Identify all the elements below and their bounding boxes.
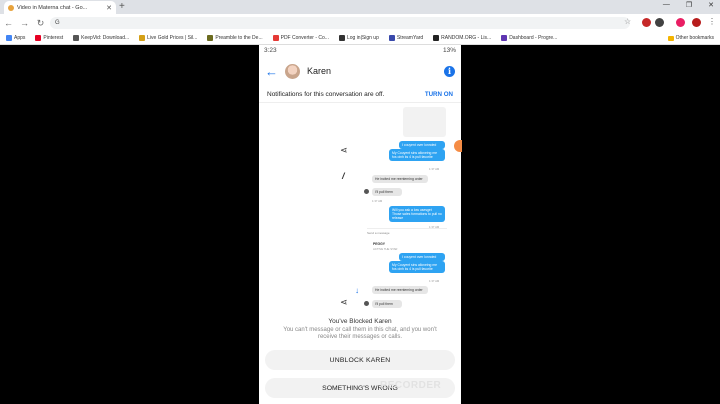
minimize-icon[interactable]: — xyxy=(663,1,670,9)
timestamp: 1:37 AM xyxy=(429,167,440,171)
bookmark-favicon-icon xyxy=(272,35,279,41)
notification-text: Notifications for this conversation are … xyxy=(267,90,385,98)
bookmark-favicon-icon xyxy=(35,35,42,41)
bookmark-label: Apps xyxy=(14,35,26,41)
avatar xyxy=(364,189,369,194)
contact-name[interactable]: Karen xyxy=(307,66,437,76)
chat-area: I couyent over lonnded My Couyent sins a… xyxy=(259,103,461,313)
bookmark-label: Log in|Sign up xyxy=(346,35,379,41)
back-arrow-icon[interactable]: ← xyxy=(4,18,13,28)
message-bubble: He incited me reenterning order xyxy=(372,175,428,183)
bookmark-item[interactable]: PDF Converter - Co... xyxy=(272,35,329,41)
recorder-watermark: RECORDER xyxy=(380,380,442,391)
address-bar-value: G xyxy=(55,20,60,26)
bookmark-label: StreamYard xyxy=(396,35,424,41)
compose-bar: Send a message xyxy=(367,228,447,236)
browser-tab-strip: Video in Materna chat - Go... ✕ + — ❐ ✕ xyxy=(0,0,720,14)
bookmark-item[interactable]: RANDOM.ORG - Lis... xyxy=(433,35,491,41)
star-bookmark-icon[interactable]: ☆ xyxy=(624,17,631,26)
compose-placeholder: Send a message xyxy=(367,230,390,235)
bookmark-favicon-icon xyxy=(338,35,345,41)
bookmark-favicon-icon xyxy=(139,35,146,41)
bookmark-favicon-icon xyxy=(433,35,440,41)
tab-title: Video in Materna chat - Go... xyxy=(17,4,88,11)
timestamp: 1:37 AM xyxy=(372,199,383,203)
bookmark-item[interactable]: Preamble to the De... xyxy=(207,35,263,41)
bookmark-label: RANDOM.ORG - Lis... xyxy=(441,35,492,41)
status-battery: 13% xyxy=(442,47,456,54)
conversation-header: ← Karen i xyxy=(259,56,461,86)
share-icon[interactable]: ⋖ xyxy=(340,297,348,308)
timestamp: 1:37 AM xyxy=(429,279,440,283)
bookmark-label: Preamble to the De... xyxy=(215,35,263,41)
bookmarks-bar: Apps Pinterest KeepVid: Download... Live Go… xyxy=(0,32,720,45)
other-bookmarks-label: Other bookmarks xyxy=(675,35,714,41)
bookmark-favicon-icon xyxy=(207,35,214,41)
turn-on-button[interactable]: TURN ON xyxy=(425,91,453,98)
message-bubble: Will you ask a low usesget Those sales f… xyxy=(389,206,445,222)
message-bubble: I'll pull them xyxy=(372,300,402,308)
bookmark-item[interactable]: Dashboard - Progre... xyxy=(501,35,557,41)
share-icon[interactable]: ⋖ xyxy=(340,145,348,156)
phone-screen: 3:23 13% ← Karen i Notifications for thi… xyxy=(259,45,461,404)
profile-avatar-icon[interactable] xyxy=(676,18,685,27)
maximize-icon[interactable]: ❐ xyxy=(686,1,692,9)
scroll-down-icon[interactable]: ↓ xyxy=(355,286,359,295)
avatar xyxy=(364,301,369,306)
close-window-icon[interactable]: ✕ xyxy=(708,1,714,9)
image-message[interactable] xyxy=(403,107,446,137)
new-tab-icon[interactable]: + xyxy=(119,1,125,12)
chrome-menu-icon[interactable]: ⋮ xyxy=(708,17,716,26)
bookmark-favicon-icon xyxy=(73,35,80,41)
bookmark-favicon-icon xyxy=(501,35,508,41)
side-handle[interactable] xyxy=(454,140,462,152)
unblock-button[interactable]: UNBLOCK KAREN xyxy=(265,350,455,370)
extension-icon-1[interactable] xyxy=(642,18,651,27)
edit-icon[interactable]: / xyxy=(342,171,345,181)
blocked-notice: You've Blocked Karen You can't message o… xyxy=(259,318,461,341)
status-time: 3:23 xyxy=(264,47,277,54)
blocked-title: You've Blocked Karen xyxy=(328,318,392,325)
extension-icon-2[interactable] xyxy=(655,18,664,27)
message-bubble: My Couyent sins alloveing me fos oinh ks… xyxy=(389,261,445,273)
bookmark-item[interactable]: Apps xyxy=(6,35,25,41)
avatar[interactable] xyxy=(285,63,300,79)
bookmark-item[interactable]: Log in|Sign up xyxy=(338,35,379,41)
forward-arrow-icon[interactable]: → xyxy=(20,18,29,28)
bookmark-label: PDF Converter - Co... xyxy=(280,35,329,41)
other-bookmarks[interactable]: Other bookmarks xyxy=(667,35,714,41)
bookmark-item[interactable]: Pinterest xyxy=(35,35,63,41)
bookmark-favicon-icon xyxy=(388,35,395,41)
bookmark-item[interactable]: Live Gold Prices | Sil... xyxy=(139,35,197,41)
bookmark-label: Pinterest xyxy=(43,35,64,41)
peggy-status: ACTIVE THE STAR xyxy=(373,247,398,251)
tab-favicon-icon xyxy=(8,4,14,11)
bookmark-favicon-icon xyxy=(6,35,12,41)
message-bubble: I couyent over lonnded xyxy=(399,253,445,261)
window-controls: — ❐ ✕ xyxy=(663,1,714,9)
message-bubble: He incited me reenterning order xyxy=(372,286,428,294)
message-bubble: I couyent over lonnded xyxy=(399,141,445,149)
blocked-message: You can't message or call them in this c… xyxy=(283,327,437,340)
status-bar: 3:23 13% xyxy=(259,45,461,56)
message-bubble: I'll pull them xyxy=(372,188,402,196)
info-icon[interactable]: i xyxy=(444,65,455,77)
tab-close-icon[interactable]: ✕ xyxy=(106,4,112,12)
bookmark-item[interactable]: StreamYard xyxy=(388,35,424,41)
bookmark-label: Live Gold Prices | Sil... xyxy=(147,35,198,41)
back-arrow-icon[interactable]: ← xyxy=(265,64,278,79)
notification-banner: Notifications for this conversation are … xyxy=(259,86,461,103)
extension-icon-3[interactable] xyxy=(692,18,701,27)
message-bubble: My Couyent sins alloveing me fos oinh ks… xyxy=(389,149,445,161)
bookmark-item[interactable]: KeepVid: Download... xyxy=(73,35,129,41)
browser-tab[interactable]: Video in Materna chat - Go... ✕ xyxy=(4,1,116,14)
reload-icon[interactable]: ↻ xyxy=(36,18,45,29)
bookmark-label: KeepVid: Download... xyxy=(81,35,130,41)
peggy-name: PEGGY xyxy=(373,242,386,246)
folder-icon xyxy=(667,35,674,41)
address-bar[interactable]: G xyxy=(50,17,630,29)
bookmark-label: Dashboard - Progre... xyxy=(509,35,558,41)
